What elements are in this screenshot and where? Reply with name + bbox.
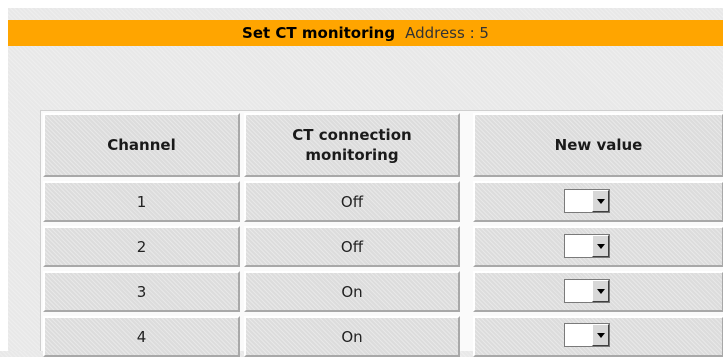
chevron-down-icon[interactable]	[592, 190, 609, 212]
cell-channel-2: 2	[43, 226, 240, 267]
new-value-select-2[interactable]	[564, 234, 610, 258]
column-header-channel: Channel	[43, 113, 240, 177]
chevron-down-icon[interactable]	[592, 280, 609, 302]
cell-channel-1: 1	[43, 181, 240, 222]
ct-monitoring-table: Channel CT connection monitoring New val…	[40, 110, 723, 357]
cell-monitoring-3: On	[244, 271, 460, 312]
cell-channel-3: 3	[43, 271, 240, 312]
left-edge	[0, 8, 8, 351]
cell-monitoring-2: Off	[244, 226, 460, 267]
new-value-select-4[interactable]	[564, 323, 610, 347]
chevron-down-icon[interactable]	[592, 324, 609, 346]
cell-monitoring-1: Off	[244, 181, 460, 222]
column-header-ct-connection-monitoring: CT connection monitoring	[244, 113, 460, 177]
new-value-select-3[interactable]	[564, 279, 610, 303]
page-title: Set CT monitoring	[242, 24, 396, 42]
new-value-select-1[interactable]	[564, 189, 610, 213]
title-bar: Set CT monitoring Address : 5	[8, 20, 723, 46]
chevron-down-icon[interactable]	[592, 235, 609, 257]
top-strip	[0, 0, 723, 8]
column-header-new-value: New value	[473, 113, 723, 177]
address-label: Address : 5	[405, 24, 489, 42]
